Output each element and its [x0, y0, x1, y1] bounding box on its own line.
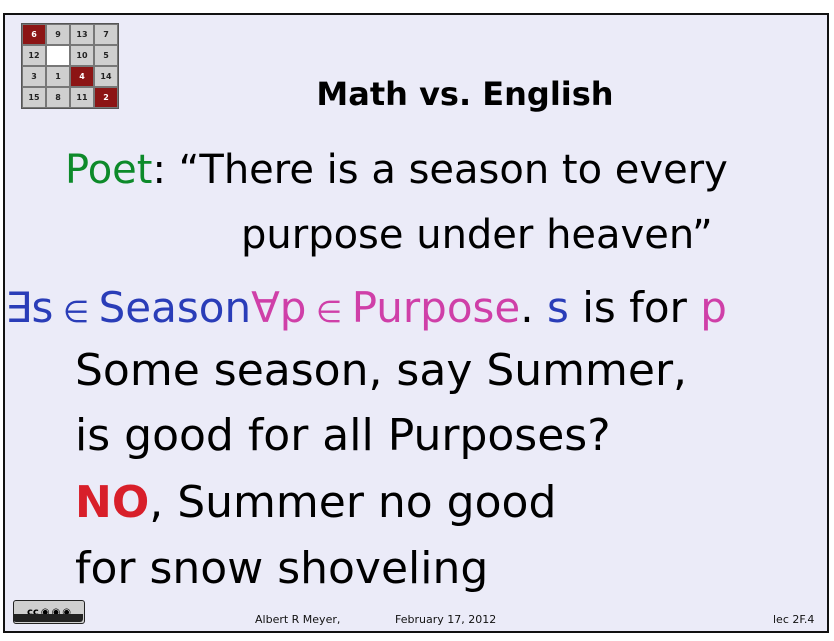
puzzle-tile: 13: [70, 24, 94, 45]
cc-badge-bar: [13, 614, 83, 622]
puzzle-tile: 5: [94, 45, 118, 66]
slide: 6 9 13 7 12 10 5 3 1 4 14 15 8 11 2 Math vs. English P…: [3, 13, 829, 633]
puzzle-tile: [46, 45, 70, 66]
puzzle-tile: 7: [94, 24, 118, 45]
footer-date: February 17, 2012: [395, 613, 497, 626]
puzzle-tile: 6: [22, 24, 46, 45]
english-line2: is good for all Purposes?: [75, 410, 611, 461]
quote-text-1: “There is a season to every: [165, 147, 728, 193]
english-line1: Some season, say Summer,: [75, 345, 688, 396]
english-line3: NO, Summer no good: [75, 477, 556, 528]
formula-dot: .: [520, 283, 547, 332]
line3-rest: , Summer no good: [149, 477, 557, 528]
puzzle-tile: 3: [22, 66, 46, 87]
no-answer: NO: [75, 477, 150, 528]
puzzle-tile: 11: [70, 87, 94, 108]
puzzle-tile: 14: [94, 66, 118, 87]
puzzle-tile: 4: [70, 66, 94, 87]
forall-p: ∀p: [251, 283, 307, 332]
puzzle-tile: 15: [22, 87, 46, 108]
poet-colon: :: [152, 147, 166, 193]
puzzle-tile: 1: [46, 66, 70, 87]
footer-lecture: lec 2F.4: [773, 613, 815, 626]
logic-formula: ∃s ∈ Season∀p ∈ Purpose. s is for p: [5, 283, 727, 332]
element-of-2: ∈: [306, 295, 352, 330]
puzzle-tile: 8: [46, 87, 70, 108]
puzzle-tile: 2: [94, 87, 118, 108]
fifteen-puzzle-logo: 6 9 13 7 12 10 5 3 1 4 14 15 8 11 2: [21, 23, 119, 109]
puzzle-tile: 9: [46, 24, 70, 45]
english-line4: for snow shoveling: [75, 543, 489, 594]
season-set: Season: [98, 283, 252, 332]
element-of-1: ∈: [53, 295, 99, 330]
var-s: s: [546, 283, 569, 332]
is-for: is for: [568, 283, 701, 332]
purpose-set: Purpose: [351, 283, 521, 332]
puzzle-tile: 12: [22, 45, 46, 66]
poet-label: Poet: [65, 147, 153, 193]
puzzle-tile: 10: [70, 45, 94, 66]
exists-s: ∃s: [5, 283, 54, 332]
poet-quote-line2: purpose under heaven”: [241, 212, 713, 258]
slide-title: Math vs. English: [316, 75, 614, 113]
footer-author: Albert R Meyer,: [255, 613, 341, 626]
poet-quote-line1: Poet: “There is a season to every: [65, 147, 728, 193]
var-p: p: [700, 283, 727, 332]
